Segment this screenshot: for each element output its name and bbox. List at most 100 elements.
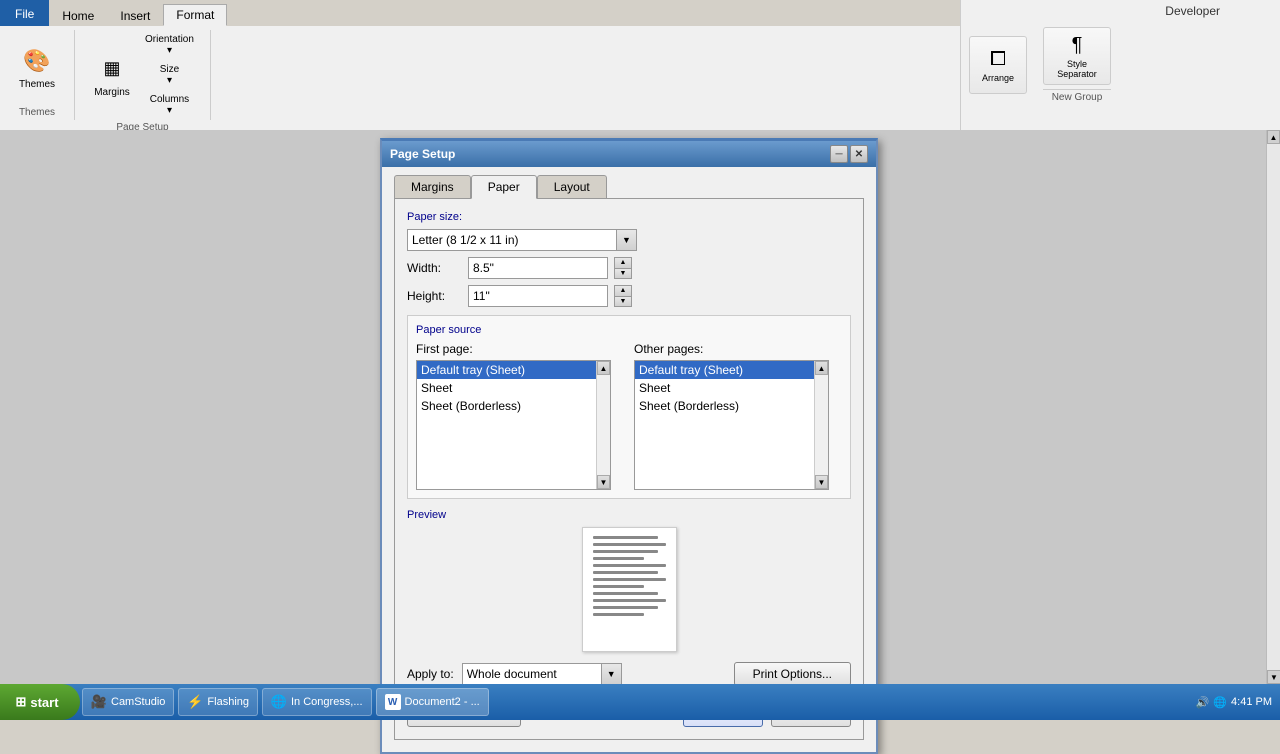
height-label: Height: <box>407 289 462 303</box>
height-spinner[interactable]: ▲ ▼ <box>614 285 632 307</box>
scroll-top-btn[interactable]: ▲ <box>1267 130 1280 144</box>
print-options-button[interactable]: Print Options... <box>734 662 851 686</box>
paper-source-label: Paper source <box>416 324 842 336</box>
arrange-group: ⧠ Arrange <box>969 36 1027 94</box>
apply-to-row: Apply to: Whole document This section Th… <box>407 663 622 685</box>
preview-line <box>593 557 644 560</box>
preview-line <box>593 550 659 553</box>
preview-line <box>593 571 659 574</box>
scroll-up-btn[interactable]: ▲ <box>597 361 610 375</box>
arrange-button[interactable]: ⧠ Arrange <box>969 36 1027 94</box>
tab-insert[interactable]: Insert <box>107 4 163 26</box>
paper-source-section: Paper source First page: Default tray (S… <box>407 315 851 499</box>
dialog-tabs: Margins Paper Layout <box>394 175 864 199</box>
themes-button[interactable]: 🎨 Themes <box>12 38 62 98</box>
height-spin-down[interactable]: ▼ <box>614 296 632 308</box>
scroll-down-btn[interactable]: ▼ <box>597 475 610 489</box>
ribbon-right-area: Developer ⧠ Arrange ¶ StyleSeparator New… <box>960 0 1280 130</box>
tab-format[interactable]: Format <box>163 4 227 26</box>
doc-scrollbar[interactable]: ▲ ▼ <box>1266 130 1280 684</box>
width-label: Width: <box>407 261 462 275</box>
style-separator-button[interactable]: ¶ StyleSeparator <box>1043 27 1111 85</box>
paper-size-section-label: Paper size: <box>407 211 851 223</box>
width-spin-down[interactable]: ▼ <box>614 268 632 280</box>
other-pages-scrollbar[interactable]: ▲ ▼ <box>814 361 828 489</box>
other-pages-listbox[interactable]: Default tray (Sheet) Sheet Sheet (Border… <box>634 360 829 490</box>
scroll-bottom-btn[interactable]: ▼ <box>1267 670 1280 684</box>
preview-line <box>593 536 659 539</box>
style-separator-icon: ¶ <box>1072 34 1083 57</box>
dialog-titlebar: Page Setup ─ ✕ <box>382 141 876 167</box>
tab-home[interactable]: Home <box>49 4 107 26</box>
first-page-col: First page: Default tray (Sheet) Sheet S… <box>416 342 624 490</box>
preview-label: Preview <box>407 509 851 521</box>
list-item[interactable]: Sheet <box>417 379 610 397</box>
first-page-label: First page: <box>416 342 624 356</box>
ribbon-group-page-setup: ▦ Margins Orientation ▾ Size ▾ Columns ▾… <box>83 30 211 120</box>
taskbar: ⊞ start 🎥 CamStudio ⚡ Flashing 🌐 In Cong… <box>0 684 1280 720</box>
list-item[interactable]: Sheet (Borderless) <box>417 397 610 415</box>
list-item[interactable]: Default tray (Sheet) <box>635 361 828 379</box>
ribbon-group-themes: 🎨 Themes Themes <box>8 30 75 120</box>
width-input[interactable] <box>468 257 608 279</box>
preview-line <box>593 606 659 609</box>
orientation-button[interactable]: Orientation ▾ <box>141 32 198 58</box>
document-area: Page Setup ─ ✕ Margins Paper Layout <box>0 130 1280 684</box>
titlebar-buttons: ─ ✕ <box>830 145 868 163</box>
tab-margins[interactable]: Margins <box>394 175 471 199</box>
paper-size-row: Letter (8 1/2 x 11 in) A4 Legal ▼ <box>407 229 851 251</box>
close-button[interactable]: ✕ <box>850 145 868 163</box>
camstudio-icon: 🎥 <box>91 694 107 710</box>
list-item[interactable]: Sheet (Borderless) <box>635 397 828 415</box>
scroll-track <box>597 375 610 475</box>
arrange-icon: ⧠ <box>990 48 1006 71</box>
preview-line <box>593 585 644 588</box>
dialog-body: Margins Paper Layout Paper size: Letter … <box>382 167 876 752</box>
width-spin-up[interactable]: ▲ <box>614 257 632 268</box>
tab-paper[interactable]: Paper <box>471 175 537 199</box>
preview-line <box>593 592 659 595</box>
size-button[interactable]: Size ▾ <box>141 62 198 88</box>
paper-size-dropdown-icon[interactable]: ▼ <box>617 229 637 251</box>
start-button[interactable]: ⊞ start <box>0 684 80 720</box>
ribbon-content-area: 🎨 Themes Themes ▦ Margins Orientation ▾ <box>0 26 1280 130</box>
taskbar-item-flashing[interactable]: ⚡ Flashing <box>178 688 258 716</box>
taskbar-right: 🔊 🌐 4:41 PM <box>1196 696 1280 709</box>
page-setup-dialog: Page Setup ─ ✕ Margins Paper Layout <box>380 138 878 754</box>
first-page-scrollbar[interactable]: ▲ ▼ <box>596 361 610 489</box>
height-input[interactable] <box>468 285 608 307</box>
apply-to-label: Apply to: <box>407 667 454 681</box>
tab-file[interactable]: File <box>0 0 49 26</box>
width-spinner[interactable]: ▲ ▼ <box>614 257 632 279</box>
list-item[interactable]: Sheet <box>635 379 828 397</box>
taskbar-item-document[interactable]: W Document2 - ... <box>376 688 489 716</box>
tab-layout[interactable]: Layout <box>537 175 607 199</box>
scroll-thumb <box>1267 144 1280 670</box>
first-page-listbox[interactable]: Default tray (Sheet) Sheet Sheet (Border… <box>416 360 611 490</box>
columns-button[interactable]: Columns ▾ <box>141 92 198 118</box>
apply-to-dropdown-icon[interactable]: ▼ <box>602 663 622 685</box>
margins-button[interactable]: ▦ Margins <box>87 45 137 105</box>
height-spin-up[interactable]: ▲ <box>614 285 632 296</box>
width-row: Width: ▲ ▼ <box>407 257 851 279</box>
minimize-button[interactable]: ─ <box>830 145 848 163</box>
scroll-down-btn[interactable]: ▼ <box>815 475 828 489</box>
paper-size-select[interactable]: Letter (8 1/2 x 11 in) A4 Legal <box>407 229 617 251</box>
margins-icon: ▦ <box>96 53 128 85</box>
style-separator-group: ¶ StyleSeparator New Group <box>1043 27 1111 103</box>
apply-to-select[interactable]: Whole document This section This point f… <box>462 663 602 685</box>
other-pages-col: Other pages: Default tray (Sheet) Sheet … <box>634 342 842 490</box>
scroll-track <box>815 375 828 475</box>
preview-line <box>593 543 666 546</box>
tray-icon-sound: 🔊 <box>1196 696 1210 709</box>
dialog-title: Page Setup <box>390 147 455 161</box>
apply-to-select-wrapper: Whole document This section This point f… <box>462 663 622 685</box>
taskbar-item-camstudio[interactable]: 🎥 CamStudio <box>82 688 174 716</box>
congress-icon: 🌐 <box>271 694 287 710</box>
taskbar-item-congress[interactable]: 🌐 In Congress,... <box>262 688 372 716</box>
scroll-up-btn[interactable]: ▲ <box>815 361 828 375</box>
paper-tab-content: Paper size: Letter (8 1/2 x 11 in) A4 Le… <box>394 198 864 740</box>
tray-icon-network: 🌐 <box>1213 696 1227 709</box>
list-item[interactable]: Default tray (Sheet) <box>417 361 610 379</box>
other-pages-label: Other pages: <box>634 342 842 356</box>
